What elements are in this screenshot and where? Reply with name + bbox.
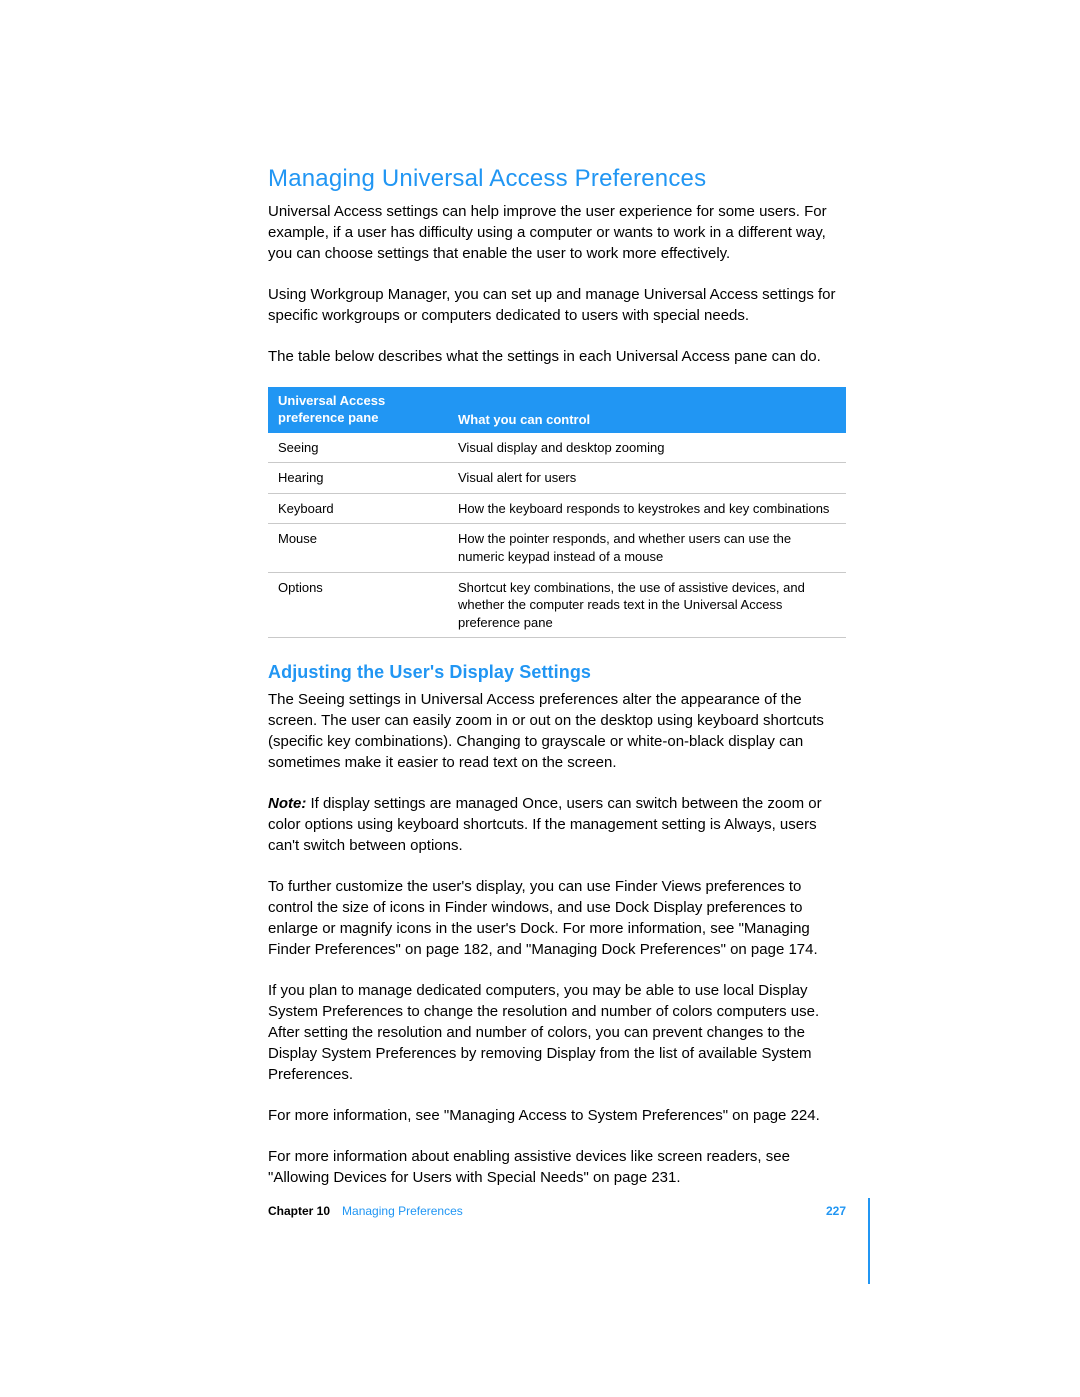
table-row: Keyboard How the keyboard responds to ke… bbox=[268, 493, 846, 524]
preferences-table: Universal Access preference pane What yo… bbox=[268, 387, 846, 638]
margin-bar-icon bbox=[868, 1198, 870, 1284]
table-cell-pane: Options bbox=[268, 572, 448, 638]
table-header-line1: Universal Access bbox=[278, 393, 385, 408]
table-cell-desc: How the keyboard responds to keystrokes … bbox=[448, 493, 846, 524]
paragraph: Using Workgroup Manager, you can set up … bbox=[268, 284, 846, 326]
paragraph: For more information, see "Managing Acce… bbox=[268, 1105, 846, 1126]
note-paragraph: Note: If display settings are managed On… bbox=[268, 793, 846, 856]
section-heading: Managing Universal Access Preferences bbox=[268, 165, 846, 193]
chapter-label: Chapter 10 bbox=[268, 1204, 330, 1218]
paragraph: The Seeing settings in Universal Access … bbox=[268, 689, 846, 773]
table-cell-pane: Mouse bbox=[268, 524, 448, 572]
table-header-line2: preference pane bbox=[278, 410, 378, 425]
table-row: Hearing Visual alert for users bbox=[268, 463, 846, 494]
table-cell-pane: Hearing bbox=[268, 463, 448, 494]
paragraph: Universal Access settings can help impro… bbox=[268, 201, 846, 264]
note-text: If display settings are managed Once, us… bbox=[268, 795, 822, 854]
footer-left: Chapter 10 Managing Preferences bbox=[268, 1204, 463, 1218]
table-cell-desc: Visual alert for users bbox=[448, 463, 846, 494]
table-cell-desc: How the pointer responds, and whether us… bbox=[448, 524, 846, 572]
table-row: Options Shortcut key combinations, the u… bbox=[268, 572, 846, 638]
table-row: Seeing Visual display and desktop zoomin… bbox=[268, 433, 846, 463]
chapter-title: Managing Preferences bbox=[342, 1204, 463, 1218]
paragraph: The table below describes what the setti… bbox=[268, 346, 846, 367]
page-number: 227 bbox=[826, 1204, 846, 1218]
subsection-heading: Adjusting the User's Display Settings bbox=[268, 662, 846, 683]
paragraph: If you plan to manage dedicated computer… bbox=[268, 980, 846, 1085]
table-row: Mouse How the pointer responds, and whet… bbox=[268, 524, 846, 572]
table-header-row: Universal Access preference pane What yo… bbox=[268, 387, 846, 433]
table-cell-pane: Keyboard bbox=[268, 493, 448, 524]
note-label: Note: bbox=[268, 795, 306, 812]
table-header-control: What you can control bbox=[448, 387, 846, 433]
table-cell-desc: Shortcut key combinations, the use of as… bbox=[448, 572, 846, 638]
table-header-pane: Universal Access preference pane bbox=[268, 387, 448, 433]
paragraph: To further customize the user's display,… bbox=[268, 876, 846, 960]
page-footer: Chapter 10 Managing Preferences 227 bbox=[268, 1204, 846, 1218]
page-content: Managing Universal Access Preferences Un… bbox=[268, 165, 846, 1208]
paragraph: For more information about enabling assi… bbox=[268, 1146, 846, 1188]
table-cell-pane: Seeing bbox=[268, 433, 448, 463]
table-cell-desc: Visual display and desktop zooming bbox=[448, 433, 846, 463]
